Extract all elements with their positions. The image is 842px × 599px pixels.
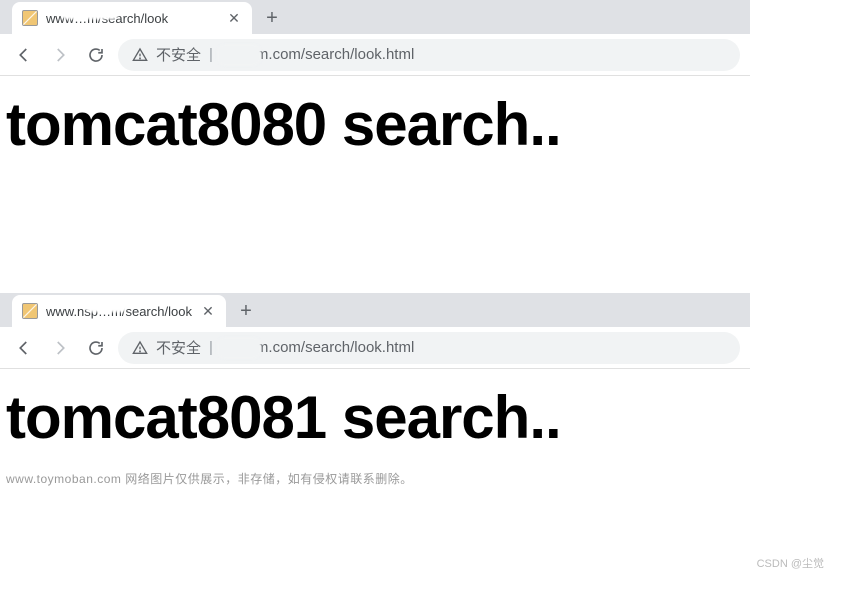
- address-separator: |: [209, 46, 213, 63]
- new-tab-button[interactable]: +: [232, 297, 260, 325]
- forward-button[interactable]: [46, 334, 74, 362]
- nav-bar: 不安全 | xxxcrm.com/search/look.html: [0, 34, 750, 76]
- back-button[interactable]: [10, 334, 38, 362]
- page-content: tomcat8080 search..: [0, 76, 750, 173]
- nav-bar: 不安全 | xxxcrm.com/search/look.html: [0, 327, 750, 369]
- watermark: CSDN @尘觉: [757, 555, 824, 571]
- warning-icon: [132, 340, 148, 356]
- address-bar[interactable]: 不安全 | xxxcrm.com/search/look.html: [118, 39, 740, 71]
- favicon-icon: [22, 303, 38, 319]
- security-label: 不安全: [156, 44, 201, 65]
- favicon-icon: [22, 10, 38, 26]
- security-label: 不安全: [156, 337, 201, 358]
- page-content: tomcat8081 search..: [0, 369, 750, 466]
- back-button[interactable]: [10, 41, 38, 69]
- forward-button[interactable]: [46, 41, 74, 69]
- tab-bar: www…m/search/look ✕ +: [0, 0, 750, 34]
- browser-tab[interactable]: www…m/search/look ✕: [12, 2, 252, 34]
- close-icon[interactable]: ✕: [226, 10, 242, 26]
- url-text: xxxcrm.com/search/look.html: [221, 46, 414, 63]
- browser-window-1: www…m/search/look ✕ + 不安全 | xxxcrm.com/s…: [0, 0, 750, 173]
- browser-tab[interactable]: www.nsp…m/search/look ✕: [12, 295, 226, 327]
- warning-icon: [132, 47, 148, 63]
- reload-button[interactable]: [82, 334, 110, 362]
- reload-button[interactable]: [82, 41, 110, 69]
- footer-caption: www.toymoban.com 网络图片仅供展示，非存储，如有侵权请联系删除。: [0, 466, 750, 491]
- tab-bar: www.nsp…m/search/look ✕ +: [0, 293, 750, 327]
- close-icon[interactable]: ✕: [200, 303, 216, 319]
- redaction-smudge: [84, 298, 128, 312]
- redaction-smudge: [60, 5, 120, 19]
- address-bar[interactable]: 不安全 | xxxcrm.com/search/look.html: [118, 332, 740, 364]
- page-heading: tomcat8080 search..: [6, 90, 744, 159]
- address-separator: |: [209, 339, 213, 356]
- url-text: xxxcrm.com/search/look.html: [221, 339, 414, 356]
- browser-window-2: www.nsp…m/search/look ✕ + 不安全 | xxxcrm.c…: [0, 293, 750, 491]
- page-heading: tomcat8081 search..: [6, 383, 744, 452]
- new-tab-button[interactable]: +: [258, 4, 286, 32]
